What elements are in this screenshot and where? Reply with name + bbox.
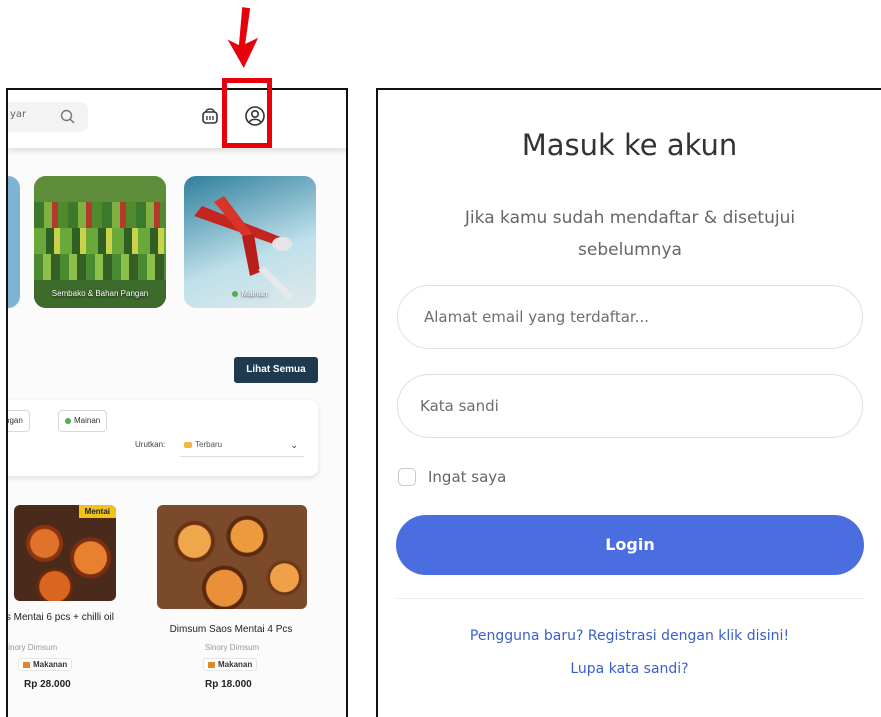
produce-image [34,176,166,202]
storefront-panel: yar Sembako & Bahan Pangan Mainan Lihat … [6,88,348,717]
forgot-password-link[interactable]: Lupa kata sandi? [378,661,881,677]
product-badge: Mentai [78,505,116,518]
filter-chip[interactable]: ngan [8,410,30,432]
product-store: Sinory Dimsum [6,643,58,652]
remember-checkbox[interactable] [398,468,416,486]
sort-select[interactable]: Terbaru ⌄ [180,434,304,457]
top-header: yar [8,90,346,148]
category-card-mainan[interactable]: Mainan [184,176,316,308]
annotation-highlight-box [222,78,272,148]
product-image [157,505,307,609]
search-text: yar [10,109,27,120]
annotation-arrow-icon [227,7,259,68]
product-price: Rp 18.000 [205,679,252,690]
product-tag: Makanan [18,658,73,671]
product-name: Saos Mentai 6 pcs + chilli oil [6,612,114,623]
product-tag: Makanan [203,658,258,671]
category-card-sembako[interactable]: Sembako & Bahan Pangan [34,176,166,308]
login-subtitle: Jika kamu sudah mendaftar & disetujui se… [464,208,796,260]
sort-value-icon [184,441,192,448]
sort-label: Urutkan: [135,440,166,449]
login-panel: Masuk ke akun Jika kamu sudah mendaftar … [376,88,881,717]
product-name: Dimsum Saos Mentai 4 Pcs [169,624,293,635]
register-link[interactable]: Pengguna baru? Registrasi dengan klik di… [378,628,881,644]
password-field[interactable] [397,374,863,438]
search-bar[interactable]: yar [8,102,88,132]
email-field[interactable] [397,285,863,349]
category-card-partial[interactable] [8,176,20,308]
divider [396,598,864,599]
chevron-down-icon: ⌄ [290,440,298,450]
category-label: Sembako & Bahan Pangan [51,289,149,298]
search-icon[interactable] [60,109,76,125]
filter-card: ngan Mainan Urutkan: Terbaru ⌄ [8,400,318,476]
product-store: Sinory Dimsum [204,643,260,652]
filter-chip-mainan[interactable]: Mainan [58,410,108,432]
login-title: Masuk ke akun [521,128,738,162]
cart-icon[interactable] [200,106,220,126]
remember-label: Ingat saya [428,468,507,486]
product-image: Mentai [14,505,116,601]
see-all-button[interactable]: Lihat Semua [234,357,318,383]
product-price: Rp 28.000 [24,679,71,690]
login-button[interactable]: Login [396,515,864,575]
category-label: Mainan [184,289,316,298]
